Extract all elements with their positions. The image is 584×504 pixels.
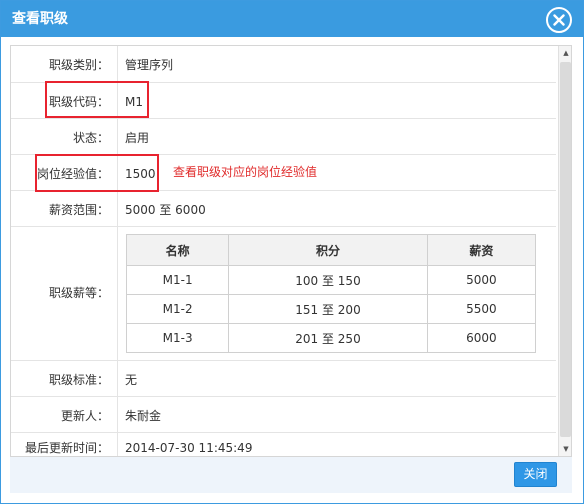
dialog-titlebar: 查看职级 xyxy=(1,1,583,37)
category-value: 管理序列 xyxy=(125,58,174,72)
updater-label: 更新人： xyxy=(60,409,109,423)
view-rank-dialog: 查看职级 职级类别： 管理序列 职级代码： M1 状态： 启用 岗位经验值： 1… xyxy=(0,0,584,504)
status-label: 状态： xyxy=(72,131,109,145)
scroll-down-icon[interactable]: ▼ xyxy=(559,442,571,456)
field-row-status: 状态： 启用 xyxy=(11,119,556,155)
table-cell: M1-2 xyxy=(125,294,230,324)
close-icon[interactable] xyxy=(546,7,572,33)
salary-range-value: 5000 至 6000 xyxy=(125,203,206,217)
salary-range-label: 薪资范围： xyxy=(48,203,109,217)
standard-value: 无 xyxy=(125,373,138,387)
field-row-salary-range: 薪资范围： 5000 至 6000 xyxy=(11,191,556,227)
table-row: M1-1 100 至 150 5000 xyxy=(125,265,537,295)
table-cell: M1-1 xyxy=(125,265,230,295)
field-row-updated-at: 最后更新时间： 2014-07-30 11:45:49 xyxy=(11,433,556,456)
table-cell: 5000 xyxy=(426,265,537,295)
column-header-salary: 薪资 xyxy=(426,234,537,266)
updater-value: 朱耐金 xyxy=(125,409,162,423)
column-header-points: 积分 xyxy=(228,234,428,266)
field-row-updater: 更新人： 朱耐金 xyxy=(11,397,556,433)
updated-at-label: 最后更新时间： xyxy=(24,441,109,455)
updated-at-value: 2014-07-30 11:45:49 xyxy=(125,441,253,455)
rank-salary-label: 职级薪等： xyxy=(48,286,109,300)
scroll-thumb[interactable] xyxy=(560,62,571,437)
standard-label: 职级标准： xyxy=(48,373,109,387)
table-cell: 6000 xyxy=(426,323,537,353)
scroll-up-icon[interactable]: ▲ xyxy=(559,46,571,60)
vertical-scrollbar[interactable]: ▲ ▼ xyxy=(558,46,571,456)
table-row: M1-2 151 至 200 5500 xyxy=(125,294,537,324)
code-highlight-box xyxy=(45,81,149,118)
experience-highlight-box xyxy=(35,154,159,192)
category-label: 职级类别： xyxy=(48,58,109,72)
table-cell: 201 至 250 xyxy=(228,323,428,353)
dialog-title: 查看职级 xyxy=(12,11,68,27)
rank-salary-table: 名称 积分 薪资 M1-1 100 至 150 5000 M1-2 151 至 … xyxy=(125,234,537,353)
field-row-category: 职级类别： 管理序列 xyxy=(11,46,556,83)
column-header-name: 名称 xyxy=(125,234,230,266)
close-button[interactable]: 关闭 xyxy=(514,462,557,487)
table-cell: 5500 xyxy=(426,294,537,324)
table-cell: 151 至 200 xyxy=(228,294,428,324)
detail-panel: 职级类别： 管理序列 职级代码： M1 状态： 启用 岗位经验值： 1500 查… xyxy=(10,45,572,457)
status-value: 启用 xyxy=(125,131,150,145)
table-row: M1-3 201 至 250 6000 xyxy=(125,323,537,353)
table-cell: M1-3 xyxy=(125,323,230,353)
dialog-footer: 关闭 xyxy=(10,457,572,493)
table-cell: 100 至 150 xyxy=(228,265,428,295)
experience-note: 查看职级对应的岗位经验值 xyxy=(173,165,318,179)
field-row-standard: 职级标准： 无 xyxy=(11,361,556,397)
table-header-row: 名称 积分 薪资 xyxy=(125,234,537,266)
